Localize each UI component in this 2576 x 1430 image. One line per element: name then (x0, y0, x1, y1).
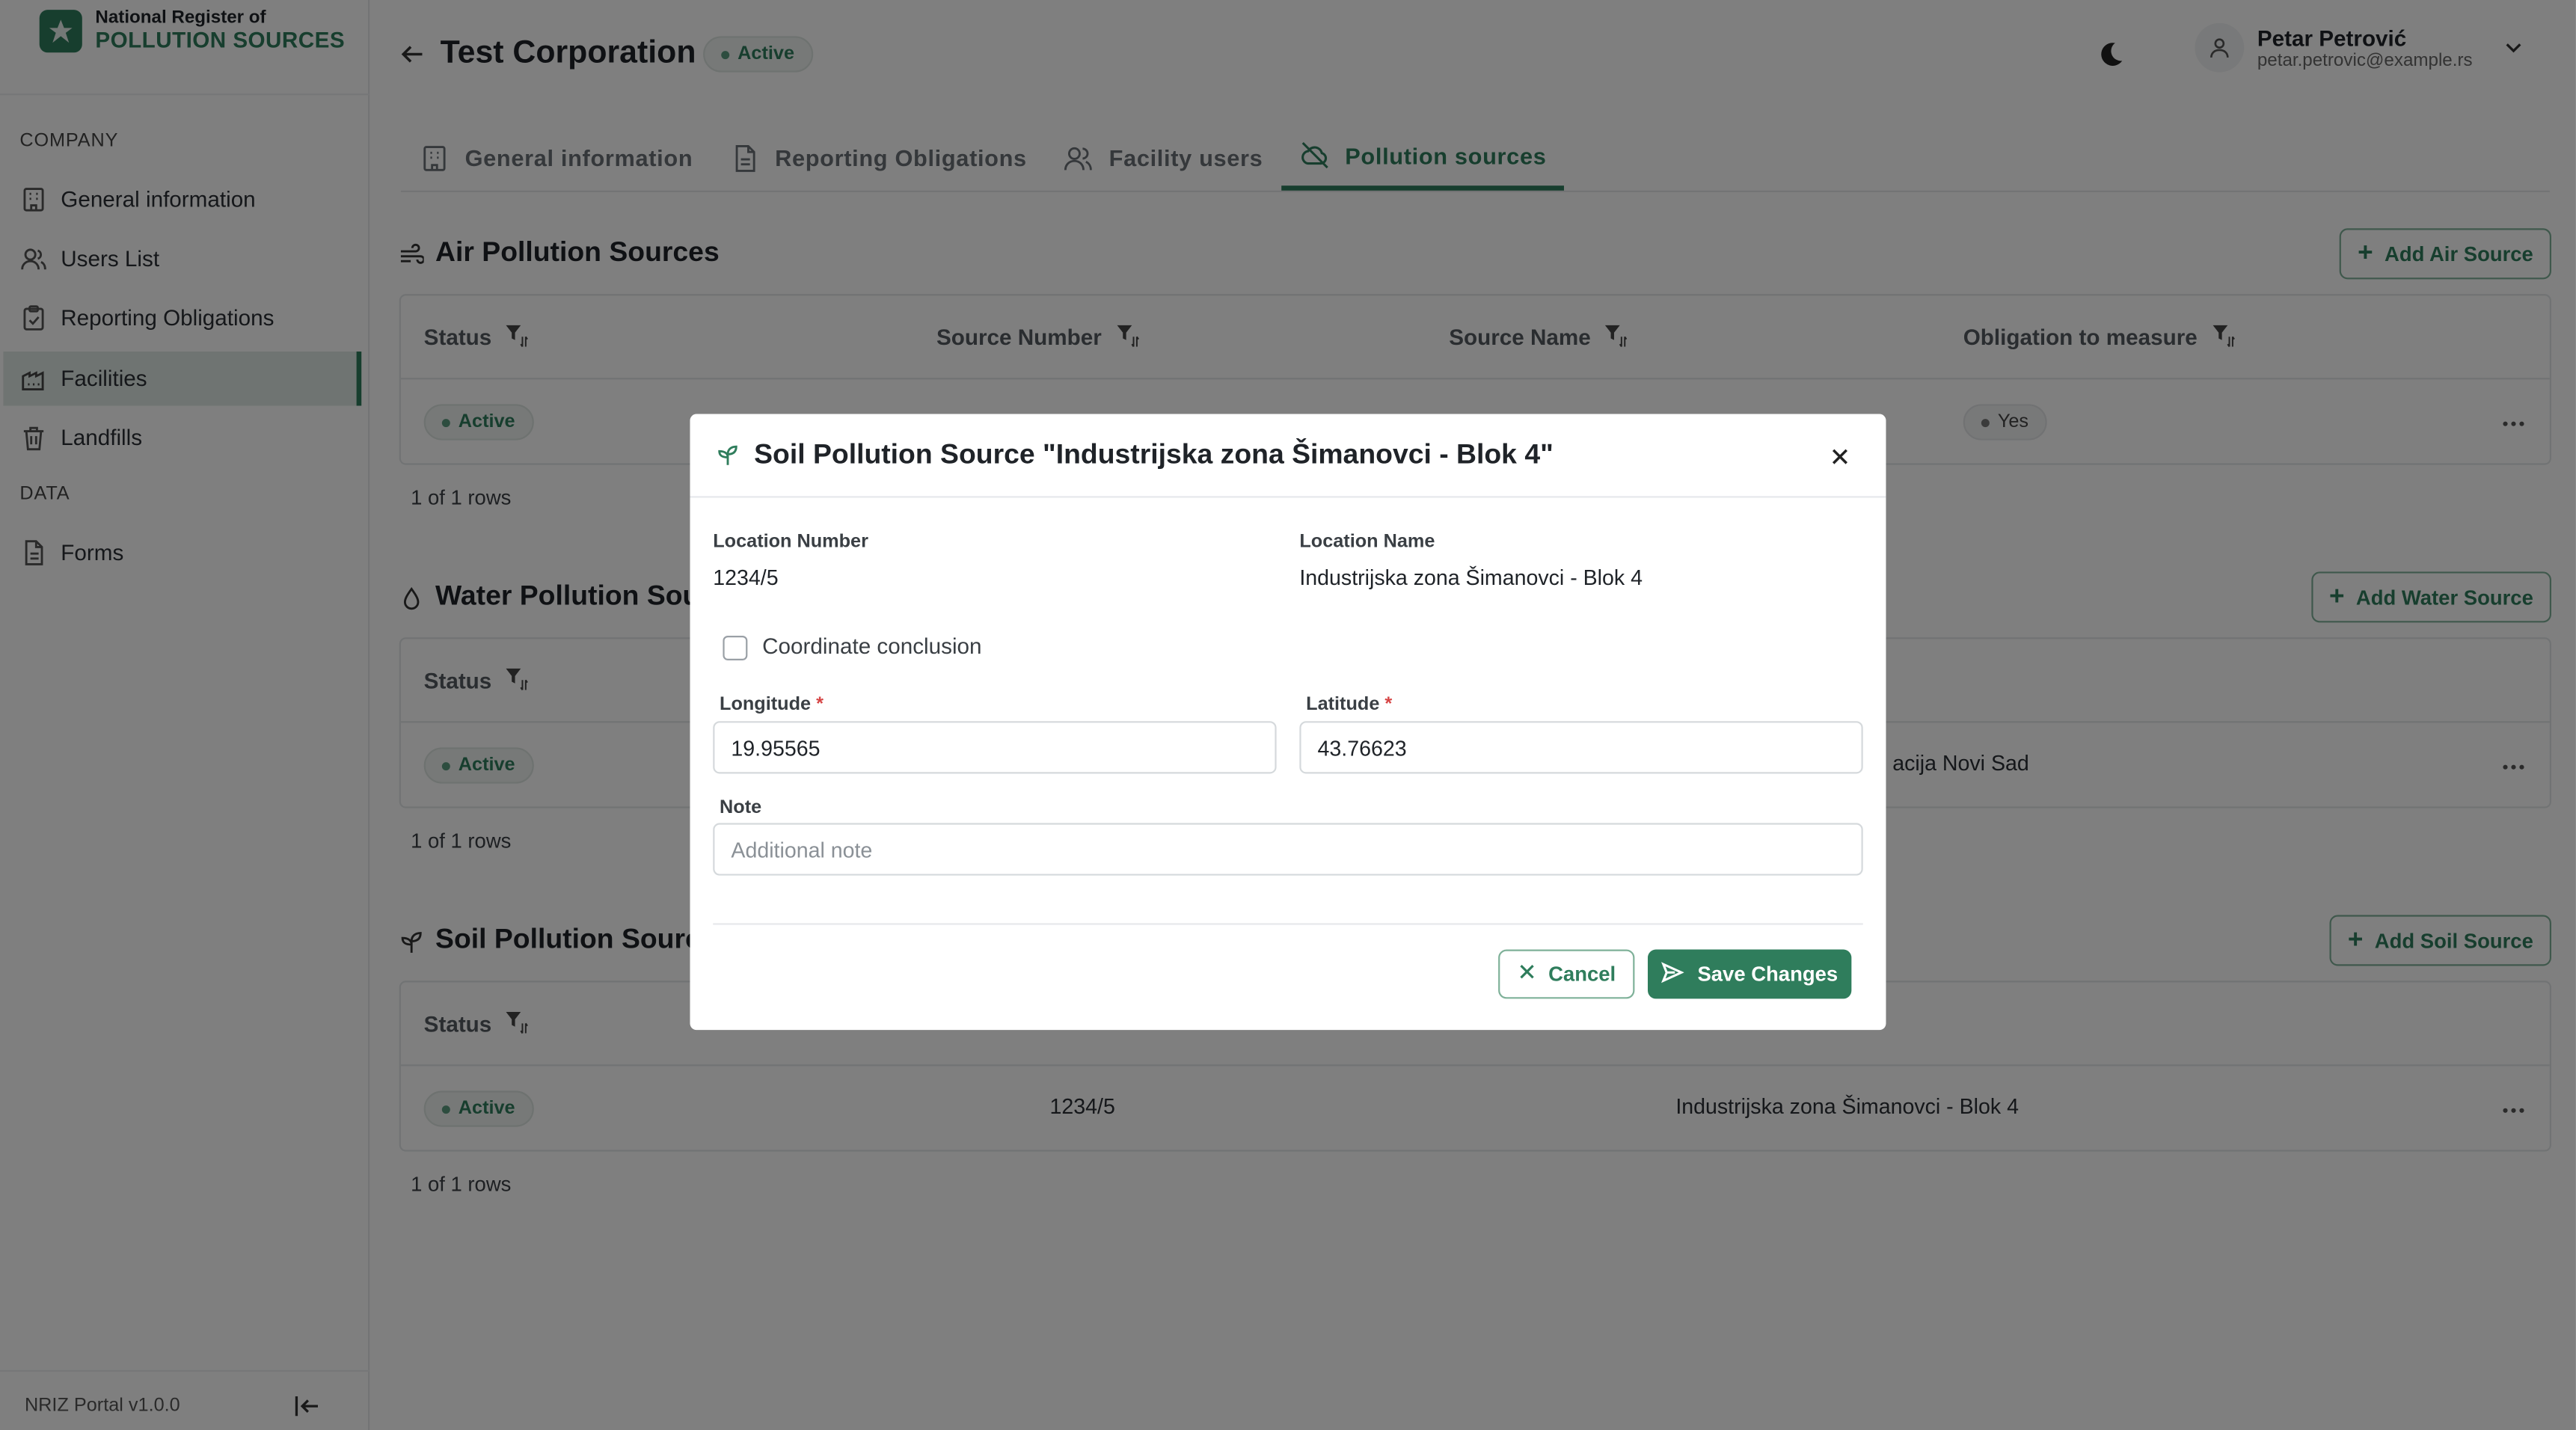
location-name-label: Location Name (1299, 532, 1435, 552)
sprout-icon (717, 444, 740, 467)
required-mark: * (1384, 695, 1393, 715)
longitude-label: Longitude * (720, 695, 824, 715)
location-number-label: Location Number (713, 532, 868, 552)
coordinate-conclusion-checkbox[interactable] (723, 636, 748, 660)
edit-soil-source-dialog: Soil Pollution Source "Industrijska zona… (690, 414, 1886, 1031)
dialog-title: Soil Pollution Source "Industrijska zona… (754, 438, 1554, 470)
divider (713, 923, 1863, 925)
close-icon (1517, 963, 1535, 986)
location-name-value: Industrijska zona Šimanovci - Blok 4 (1299, 565, 1643, 590)
required-mark: * (816, 695, 824, 715)
location-number-value: 1234/5 (713, 565, 779, 590)
send-icon (1661, 960, 1685, 988)
longitude-input[interactable] (713, 721, 1277, 774)
cancel-button[interactable]: Cancel (1498, 949, 1635, 999)
save-changes-button[interactable]: Save Changes (1647, 949, 1852, 999)
note-label: Note (720, 798, 762, 818)
note-input[interactable] (713, 823, 1863, 876)
latitude-input[interactable] (1299, 721, 1863, 774)
coordinate-conclusion-label[interactable]: Coordinate conclusion (762, 634, 981, 659)
latitude-label: Latitude * (1306, 695, 1393, 715)
close-icon[interactable] (1830, 445, 1850, 464)
